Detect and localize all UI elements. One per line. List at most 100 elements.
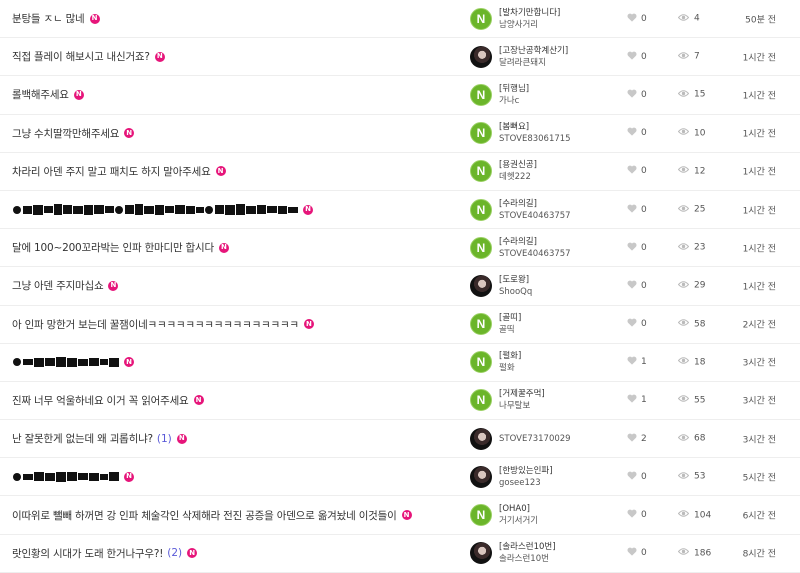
avatar[interactable]: N (470, 351, 492, 374)
post-row[interactable]: 그냥 아덴 주지마십쇼 N [도로왕] ShooQq 0 29 1시간 전 (0, 267, 800, 306)
author-info[interactable]: [발차기만합니다] 남양사거리 (499, 7, 560, 31)
eye-icon (677, 51, 694, 62)
view-count: 25 (694, 204, 706, 215)
comment-count[interactable]: (2) (167, 547, 182, 559)
heart-icon (627, 89, 641, 101)
post-title[interactable]: N (12, 191, 313, 228)
view-count: 18 (694, 357, 706, 368)
avatar[interactable]: N (470, 7, 492, 30)
author-name: ShooQq (499, 286, 533, 297)
like-count: 1 (641, 357, 647, 368)
new-badge-icon: N (124, 471, 134, 482)
post-title-text[interactable]: 직접 플레이 해보시고 내신거죠? (12, 49, 150, 64)
post-row[interactable]: 분탕들 ㅈㄴ 많네 N N [발차기만합니다] 남양사거리 0 4 50분 전 (0, 0, 800, 39)
avatar[interactable]: N (470, 389, 492, 412)
post-title-text[interactable]: 그냥 수치딸깍만해주세요 (12, 126, 119, 141)
post-row[interactable]: 난 잘못한게 없는데 왜 괴롭히냐? (1) N STOVE73170029 2 68 3시… (0, 420, 800, 459)
author-info[interactable]: [용권신공] 데헷222 (499, 159, 537, 183)
author-info[interactable]: [거제꿀주먹] 나무탈보 (499, 388, 545, 412)
post-title-text[interactable]: 분탕들 ㅈㄴ 많네 (12, 11, 85, 26)
post-row[interactable]: 직접 플레이 해보시고 내신거죠? N [고장난공학계산기] 달려라큰돼지 0 7 1시간 … (0, 38, 800, 77)
redaction-mark (93, 205, 104, 215)
post-title-text[interactable]: 아 인파 망한거 보는데 꿀잼이네ㅋㅋㅋㅋㅋㅋㅋㅋㅋㅋㅋㅋㅋㅋㅋㅋ (12, 317, 299, 332)
post-title[interactable]: N (12, 458, 134, 495)
author-info[interactable]: [펄화] 펄화 (499, 350, 521, 374)
avatar[interactable] (470, 427, 492, 450)
post-row[interactable]: N N [수라의길] STOVE40463757 0 25 1시간 전 (0, 191, 800, 230)
author-info[interactable]: [수라의길] STOVE40463757 (499, 198, 571, 222)
post-row[interactable]: 그냥 수치딸깍만해주세요 N N [봄뻐요] STOVE83061715 0 10 1시간 전 (0, 115, 800, 153)
post-title-text[interactable]: 차라리 아덴 주지 말고 패치도 하지 말아주세요 (12, 164, 211, 179)
post-row[interactable]: N N [펄화] 펄화 1 18 3시간 전 (0, 344, 800, 382)
post-row[interactable]: 차라리 아덴 주지 말고 패치도 하지 말아주세요 N N [용권신공] 데헷222 0 1… (0, 153, 800, 191)
avatar[interactable]: N (470, 313, 492, 336)
author-info[interactable]: [고장난공학계산기] 달려라큰돼지 (499, 45, 568, 69)
redaction-mark (22, 473, 33, 480)
post-time: 2시간 전 (742, 320, 776, 331)
heart-icon (627, 127, 641, 139)
comment-count[interactable]: (1) (157, 433, 172, 445)
post-title[interactable]: 그냥 수치딸깍만해주세요 N (12, 115, 135, 152)
author-info[interactable]: [OHA0] 거기서거기 (499, 503, 538, 527)
post-title[interactable]: 난 잘못한게 없는데 왜 괴롭히냐? (1) N (12, 420, 187, 457)
avatar[interactable]: N (470, 236, 492, 259)
post-row[interactable]: 랏인황의 시대가 도래 한거나구우?! (2) N [솔라스런10번] 솔라스런10번 0… (0, 535, 800, 573)
post-time: 1시간 전 (742, 91, 776, 102)
post-title[interactable]: 랏인황의 시대가 도래 한거나구우?! (2) N (12, 535, 198, 572)
redaction-mark (256, 205, 266, 215)
post-row[interactable]: 진짜 너무 억울하네요 이거 꼭 읽어주세요 N N [거제꿀주먹] 나무탈보 1 55 3시… (0, 382, 800, 421)
avatar[interactable] (470, 45, 492, 68)
author-name: STOVE40463757 (499, 210, 571, 221)
post-title[interactable]: 직접 플레이 해보시고 내신거죠? N (12, 38, 165, 75)
author-info[interactable]: [솔라스런10번] 솔라스런10번 (499, 541, 556, 565)
author-info[interactable]: [도로왕] ShooQq (499, 274, 532, 298)
post-title-text[interactable]: 그냥 아덴 주지마십쇼 (12, 278, 104, 293)
author-info[interactable]: [수라의길] STOVE40463757 (499, 236, 571, 260)
post-title[interactable]: 진짜 너무 억울하네요 이거 꼭 읽어주세요 N (12, 382, 204, 419)
new-badge-icon: N (89, 13, 100, 24)
like-count: 0 (641, 548, 647, 559)
author-info[interactable]: STOVE73170029 (499, 433, 571, 445)
post-title[interactable]: 롤백해주세요 N (12, 76, 84, 113)
post-row[interactable]: 아 인파 망한거 보는데 꿀잼이네ㅋㅋㅋㅋㅋㅋㅋㅋㅋㅋㅋㅋㅋㅋㅋㅋ N N [골띠] 골… (0, 306, 800, 344)
avatar[interactable]: N (470, 160, 492, 183)
post-title[interactable]: 차라리 아덴 주지 말고 패치도 하지 말아주세요 N (12, 153, 226, 190)
avatar[interactable]: N (470, 122, 492, 145)
post-title[interactable]: 분탕들 ㅈㄴ 많네 N (12, 0, 100, 37)
post-row[interactable]: N [한방있는인파] gosee123 0 53 5시간 전 (0, 458, 800, 497)
avatar[interactable]: N (470, 83, 492, 106)
avatar[interactable] (470, 465, 492, 488)
avatar[interactable] (470, 542, 492, 565)
post-title-text[interactable]: 진짜 너무 억울하네요 이거 꼭 읽어주세요 (12, 393, 189, 408)
post-time: 3시간 전 (742, 396, 776, 407)
post-title[interactable]: 이따위로 뺄빼 하꺼면 강 인파 체술각인 삭제해라 전진 공증을 아덴으로 옮… (12, 496, 412, 533)
likes: 0 (627, 89, 647, 101)
post-row[interactable]: 이따위로 뺄빼 하꺼면 강 인파 체술각인 삭제해라 전진 공증을 아덴으로 옮… (0, 496, 800, 535)
post-title-text[interactable]: 이따위로 뺄빼 하꺼면 강 인파 체술각인 삭제해라 전진 공증을 아덴으로 옮… (12, 508, 397, 523)
heart-icon (627, 433, 641, 445)
post-row[interactable]: 롤백해주세요 N N [뒤행님] 가나c 0 15 1시간 전 (0, 76, 800, 115)
post-title-text[interactable]: 난 잘못한게 없는데 왜 괴롭히냐? (12, 431, 153, 446)
author-info[interactable]: [한방있는인파] gosee123 (499, 465, 553, 489)
post-title[interactable]: 아 인파 망한거 보는데 꿀잼이네ㅋㅋㅋㅋㅋㅋㅋㅋㅋㅋㅋㅋㅋㅋㅋㅋ N (12, 306, 314, 343)
redaction-mark (143, 205, 154, 214)
post-title-text[interactable]: 랏인황의 시대가 도래 한거나구우?! (12, 546, 163, 561)
redaction-mark (33, 472, 44, 482)
avatar[interactable]: N (470, 504, 492, 527)
post-title-text[interactable]: 달에 100~200꼬라박는 인파 한마디만 합시다 (12, 240, 214, 255)
author-info[interactable]: [골띠] 골띡 (499, 312, 521, 336)
redaction-mark (66, 357, 77, 367)
post-title-text[interactable]: 롤백해주세요 (12, 87, 69, 102)
redaction-mark (266, 206, 277, 214)
avatar[interactable]: N (470, 198, 492, 221)
author-info[interactable]: [봄뻐요] STOVE83061715 (499, 121, 571, 145)
post-title[interactable]: 달에 100~200꼬라박는 인파 한마디만 합시다 N (12, 229, 229, 266)
author-guild: [OHA0] (499, 504, 530, 515)
post-title[interactable]: 그냥 아덴 주지마십쇼 N (12, 267, 119, 304)
post-row[interactable]: 달에 100~200꼬라박는 인파 한마디만 합시다 N N [수라의길] STOVE4… (0, 229, 800, 268)
likes: 2 (627, 433, 647, 445)
avatar[interactable] (470, 274, 492, 297)
author-info[interactable]: [뒤행님] 가나c (499, 83, 529, 107)
redaction-mark (124, 205, 134, 215)
post-title[interactable]: N (12, 344, 134, 381)
